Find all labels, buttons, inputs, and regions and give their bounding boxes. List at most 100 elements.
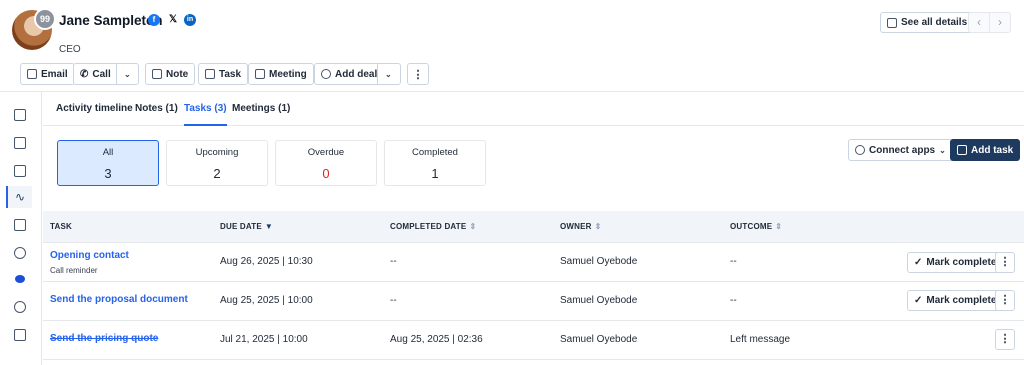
more-actions-button[interactable]: ⋮ xyxy=(407,63,429,85)
row-menu-button[interactable]: ⋮ xyxy=(995,290,1015,311)
puzzle-icon[interactable] xyxy=(8,324,32,346)
activity-icon[interactable]: ∿ xyxy=(6,186,32,208)
column-outcome-label: OUTCOME xyxy=(730,222,773,231)
outcome: Left message xyxy=(730,334,791,345)
see-all-details-button[interactable]: See all details xyxy=(880,12,975,33)
completed-date: Aug 25, 2025 | 02:36 xyxy=(390,334,483,345)
due-date: Aug 26, 2025 | 10:30 xyxy=(220,256,313,267)
chevron-down-icon[interactable]: ⌄ xyxy=(124,70,131,79)
email-button[interactable]: Email xyxy=(20,63,75,85)
column-completed-date[interactable]: COMPLETED DATE ⇕ xyxy=(390,211,476,243)
sort-icon: ⇕ xyxy=(775,222,783,231)
filter-all[interactable]: All 3 xyxy=(57,140,159,186)
filter-label: Upcoming xyxy=(195,147,239,158)
filter-label: Completed xyxy=(412,147,458,158)
clipboard-icon xyxy=(957,145,967,155)
meeting-button-label: Meeting xyxy=(269,68,307,80)
chevron-left-icon[interactable]: ‹ xyxy=(969,13,989,32)
contact-name: Jane Sampleton xyxy=(59,13,163,28)
column-due-date[interactable]: DUE DATE ▼ xyxy=(220,211,273,243)
filter-completed[interactable]: Completed 1 xyxy=(384,140,486,186)
dollar-icon[interactable] xyxy=(8,242,32,264)
sort-icon: ⇕ xyxy=(469,222,477,231)
linkedin-icon[interactable]: in xyxy=(184,14,196,26)
row-menu-button[interactable]: ⋮ xyxy=(995,329,1015,350)
calendar-icon xyxy=(255,69,265,79)
tab-tasks[interactable]: Tasks (3) xyxy=(184,92,227,126)
list-icon[interactable] xyxy=(8,132,32,154)
tab-meetings[interactable]: Meetings (1) xyxy=(232,92,290,126)
column-owner[interactable]: OWNER ⇕ xyxy=(560,211,602,243)
tab-notes[interactable]: Notes (1) xyxy=(135,92,178,126)
task-title-link[interactable]: Opening contact xyxy=(50,250,129,261)
mark-complete-button[interactable]: ✓ Mark complete xyxy=(907,290,1004,311)
task-title-link[interactable]: Send the proposal document xyxy=(50,294,188,305)
note-button-label: Note xyxy=(166,68,189,80)
filter-count: 3 xyxy=(104,166,112,181)
row-menu-button[interactable]: ⋮ xyxy=(995,252,1015,273)
check-icon: ✓ xyxy=(914,257,923,268)
chevron-down-icon: ⌄ xyxy=(939,145,946,155)
table-row: Opening contact Call reminder Aug 26, 20… xyxy=(43,243,1024,282)
facebook-icon[interactable]: f xyxy=(148,14,160,26)
due-date: Jul 21, 2025 | 10:00 xyxy=(220,334,308,345)
add-task-label: Add task xyxy=(971,144,1014,156)
dollar-icon xyxy=(321,69,331,79)
expand-icon xyxy=(887,17,897,28)
filter-label: All xyxy=(102,147,114,158)
chat-icon[interactable] xyxy=(8,160,32,182)
mark-complete-label: Mark complete xyxy=(926,257,997,268)
mark-complete-button[interactable]: ✓ Mark complete xyxy=(907,252,1004,273)
table-row: Send the proposal document Aug 25, 2025 … xyxy=(43,282,1024,321)
contact-header: 99 Jane Sampleton f 𝕏 in CEO Email ✆ Cal… xyxy=(0,0,1024,92)
column-due-date-label: DUE DATE xyxy=(220,222,262,231)
column-task: TASK xyxy=(50,222,72,231)
call-button-label: Call xyxy=(92,68,111,80)
task-button[interactable]: Task xyxy=(198,63,249,85)
task-subtitle: Call reminder xyxy=(50,266,98,275)
email-button-label: Email xyxy=(41,68,68,80)
chevron-right-icon[interactable]: › xyxy=(989,13,1010,32)
team-icon[interactable] xyxy=(8,268,32,290)
sort-desc-icon: ▼ xyxy=(264,222,274,231)
column-outcome[interactable]: OUTCOME ⇕ xyxy=(730,211,782,243)
filter-count: 2 xyxy=(213,166,221,181)
add-task-button[interactable]: Add task xyxy=(950,139,1021,161)
tab-activity-timeline[interactable]: Activity timeline xyxy=(56,92,133,126)
phone-icon: ✆ xyxy=(80,68,89,80)
note-icon xyxy=(152,69,162,79)
meeting-button[interactable]: Meeting xyxy=(248,63,314,85)
paperclip-icon[interactable] xyxy=(8,296,32,318)
filter-upcoming[interactable]: Upcoming 2 xyxy=(166,140,268,186)
left-rail: ∿ xyxy=(0,92,42,365)
note-button[interactable]: Note xyxy=(145,63,196,85)
due-date: Aug 25, 2025 | 10:00 xyxy=(220,295,313,306)
chevron-down-icon[interactable]: ⌄ xyxy=(385,70,392,79)
record-navigation: ‹ › xyxy=(968,12,1011,33)
grid-icon[interactable] xyxy=(8,104,32,126)
building-icon[interactable] xyxy=(8,214,32,236)
filter-overdue[interactable]: Overdue 0 xyxy=(275,140,377,186)
task-title-link[interactable]: Send the pricing quote xyxy=(50,333,158,344)
call-button[interactable]: ✆ Call ⌄ xyxy=(73,63,139,85)
pulse-icon: ∿ xyxy=(14,190,26,204)
table-row: Send the pricing quote Jul 21, 2025 | 10… xyxy=(43,321,1024,360)
add-deal-label: Add deal xyxy=(335,68,378,80)
contact-title: CEO xyxy=(59,44,81,55)
connect-apps-label: Connect apps xyxy=(869,144,936,156)
filter-count: 1 xyxy=(431,166,439,181)
owner: Samuel Oyebode xyxy=(560,256,638,267)
check-icon: ✓ xyxy=(914,295,923,306)
mark-complete-label: Mark complete xyxy=(926,295,997,306)
add-deal-button[interactable]: Add deal ⌄ xyxy=(314,63,401,85)
connect-apps-button[interactable]: Connect apps ⌄ xyxy=(848,139,953,161)
sort-icon: ⇕ xyxy=(594,222,602,231)
apps-icon xyxy=(855,145,865,155)
filter-count: 0 xyxy=(322,166,330,181)
column-completed-label: COMPLETED DATE xyxy=(390,222,467,231)
envelope-icon xyxy=(27,69,37,79)
task-icon xyxy=(205,69,215,79)
task-button-label: Task xyxy=(219,68,242,80)
x-icon[interactable]: 𝕏 xyxy=(167,14,179,26)
outcome: -- xyxy=(730,256,737,267)
